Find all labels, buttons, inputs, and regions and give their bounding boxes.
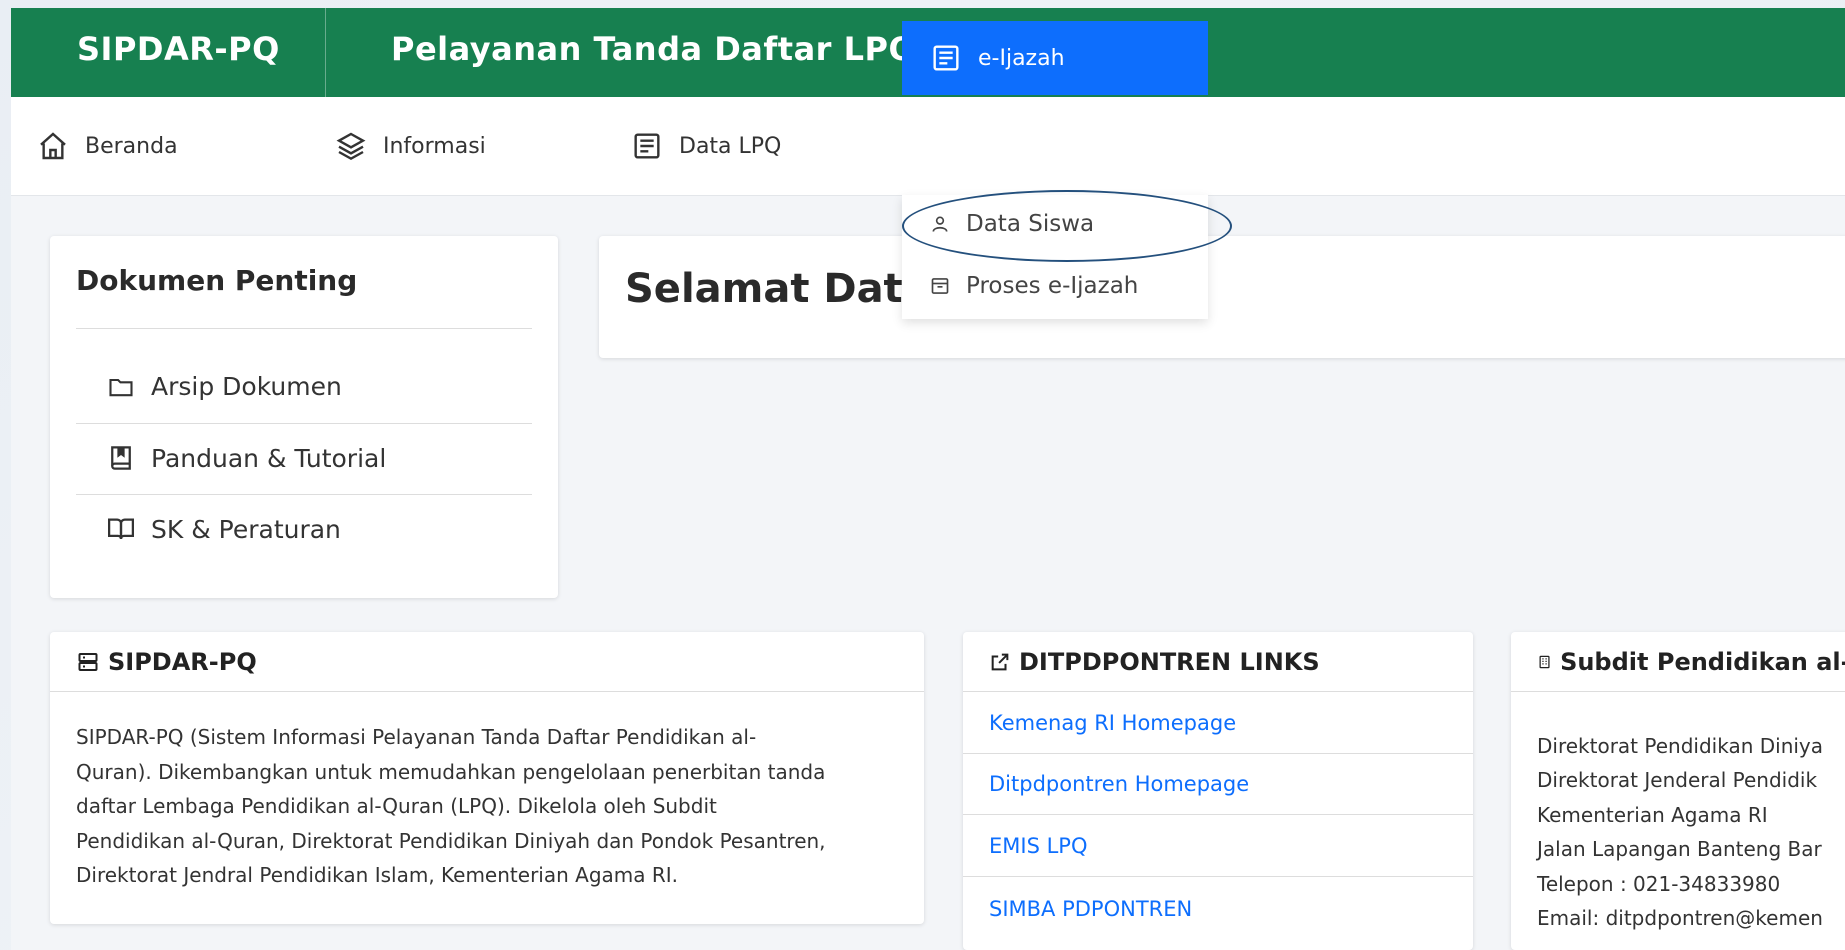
dokumen-item-arsip[interactable]: Arsip Dokumen: [105, 372, 342, 401]
links-card: DITPDPONTREN LINKS Kemenag RI Homepage D…: [963, 632, 1473, 950]
external-link-icon: [991, 653, 1009, 670]
address-line: Jalan Lapangan Banteng Bar: [1537, 837, 1822, 861]
about-line: SIPDAR-PQ (Sistem Informasi Pelayanan Ta…: [76, 725, 757, 749]
welcome-card: Selamat Datang: [599, 236, 1845, 358]
nav-informasi[interactable]: Informasi: [335, 97, 486, 195]
dokumen-item-label: Arsip Dokumen: [151, 372, 342, 401]
nav-e-ijazah[interactable]: e-Ijazah: [902, 21, 1208, 95]
link-simba[interactable]: SIMBA PDPONTREN: [963, 878, 1473, 939]
about-title: SIPDAR-PQ: [108, 647, 257, 676]
link-emis-lpq[interactable]: EMIS LPQ: [963, 816, 1473, 877]
address-line: Kementerian Agama RI: [1537, 803, 1768, 827]
server-icon: [78, 652, 98, 671]
divider: [76, 328, 532, 329]
document-list-icon: [933, 45, 959, 71]
subdit-header: Subdit Pendidikan al-Q: [1511, 632, 1845, 692]
nav-beranda[interactable]: Beranda: [37, 97, 178, 195]
divider: [76, 423, 532, 424]
about-line: daftar Lembaga Pendidikan al-Quran (LPQ)…: [76, 794, 717, 818]
links-header: DITPDPONTREN LINKS: [963, 632, 1473, 692]
dokumen-item-panduan[interactable]: Panduan & Tutorial: [105, 443, 386, 473]
link-label: EMIS LPQ: [989, 834, 1088, 858]
dokumen-item-sk[interactable]: SK & Peraturan: [105, 514, 341, 544]
dokumen-title: Dokumen Penting: [76, 264, 358, 297]
annotation-ellipse: [902, 190, 1232, 262]
about-line: Quran). Dikembangkan untuk memudahkan pe…: [76, 759, 826, 784]
dokumen-item-label: SK & Peraturan: [151, 514, 341, 544]
app-frame: SIPDAR-PQ Pelayanan Tanda Daftar LPQ Ber…: [11, 8, 1845, 950]
folder-icon: [109, 378, 133, 396]
about-text: SIPDAR-PQ (Sistem Informasi Pelayanan Ta…: [76, 720, 916, 893]
subdit-title: Subdit Pendidikan al-Q: [1560, 647, 1845, 676]
about-header: SIPDAR-PQ: [50, 632, 924, 692]
dropdown-item-label: Proses e-Ijazah: [966, 273, 1139, 299]
about-card: SIPDAR-PQ SIPDAR-PQ (Sistem Informasi Pe…: [50, 632, 924, 924]
main-navbar: Beranda Informasi Data LPQ: [11, 97, 1845, 196]
home-icon: [40, 132, 66, 160]
archive-icon: [931, 278, 949, 294]
link-label: Ditpdpontren Homepage: [989, 772, 1250, 796]
subdit-card: Subdit Pendidikan al-Q Direktorat Pendid…: [1511, 632, 1845, 950]
links-title: DITPDPONTREN LINKS: [1019, 647, 1320, 676]
building-icon: [1539, 655, 1550, 668]
layers-icon: [336, 132, 366, 161]
link-kemenag[interactable]: Kemenag RI Homepage: [963, 693, 1473, 754]
dropdown-item-proses-e-ijazah[interactable]: Proses e-Ijazah: [930, 266, 1138, 306]
dokumen-item-label: Panduan & Tutorial: [151, 443, 387, 473]
address-line: Direktorat Jenderal Pendidik: [1537, 768, 1818, 792]
nav-informasi-label: Informasi: [383, 133, 486, 159]
document-list-icon: [634, 133, 660, 159]
about-line: Pendidikan al-Quran, Direktorat Pendidik…: [76, 828, 826, 853]
address-line: Telepon : 021-34833980: [1537, 872, 1781, 896]
link-label: Kemenag RI Homepage: [989, 711, 1237, 735]
about-line: Direktorat Jendral Pendidikan Islam, Kem…: [76, 863, 679, 887]
brand-logo[interactable]: SIPDAR-PQ: [77, 30, 280, 68]
nav-e-ijazah-label: e-Ijazah: [978, 45, 1065, 71]
open-book-icon: [108, 518, 134, 540]
nav-data-lpq-label: Data LPQ: [679, 133, 782, 159]
divider: [76, 494, 532, 495]
book-icon: [111, 446, 131, 470]
nav-beranda-label: Beranda: [85, 133, 178, 159]
header-divider: [325, 8, 326, 97]
nav-data-lpq[interactable]: Data LPQ: [631, 97, 781, 195]
app-title: Pelayanan Tanda Daftar LPQ: [391, 30, 917, 68]
link-ditpdpontren[interactable]: Ditpdpontren Homepage: [963, 754, 1473, 815]
address-line: Direktorat Pendidikan Diniya: [1537, 734, 1824, 758]
dokumen-penting-card: Dokumen Penting Arsip Dokumen Panduan & …: [50, 236, 558, 598]
address-line: Email: ditpdpontren@kemen: [1537, 906, 1823, 930]
link-label: SIMBA PDPONTREN: [989, 896, 1193, 921]
